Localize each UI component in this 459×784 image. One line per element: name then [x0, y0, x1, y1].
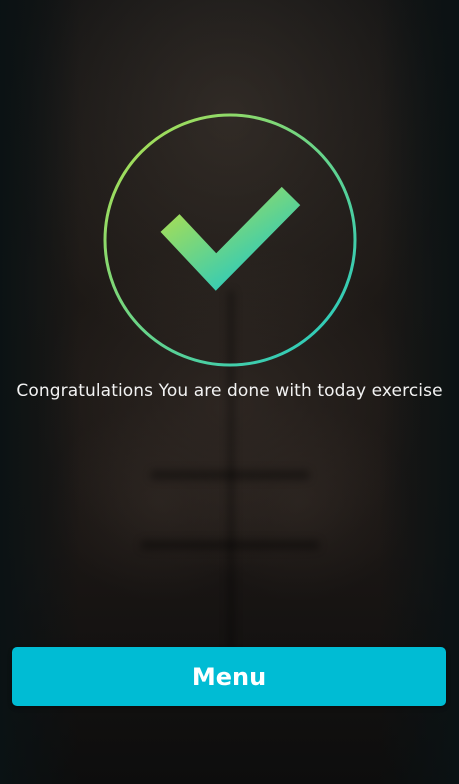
- background-muscle-shadow: [140, 540, 320, 550]
- completion-message: Congratulations You are done with today …: [16, 381, 443, 401]
- checkmark-icon: [103, 113, 357, 367]
- background-muscle-shadow: [150, 470, 310, 480]
- completion-screen: Congratulations You are done with today …: [0, 0, 459, 784]
- check-mark: [160, 186, 301, 291]
- menu-button[interactable]: Menu: [12, 647, 446, 706]
